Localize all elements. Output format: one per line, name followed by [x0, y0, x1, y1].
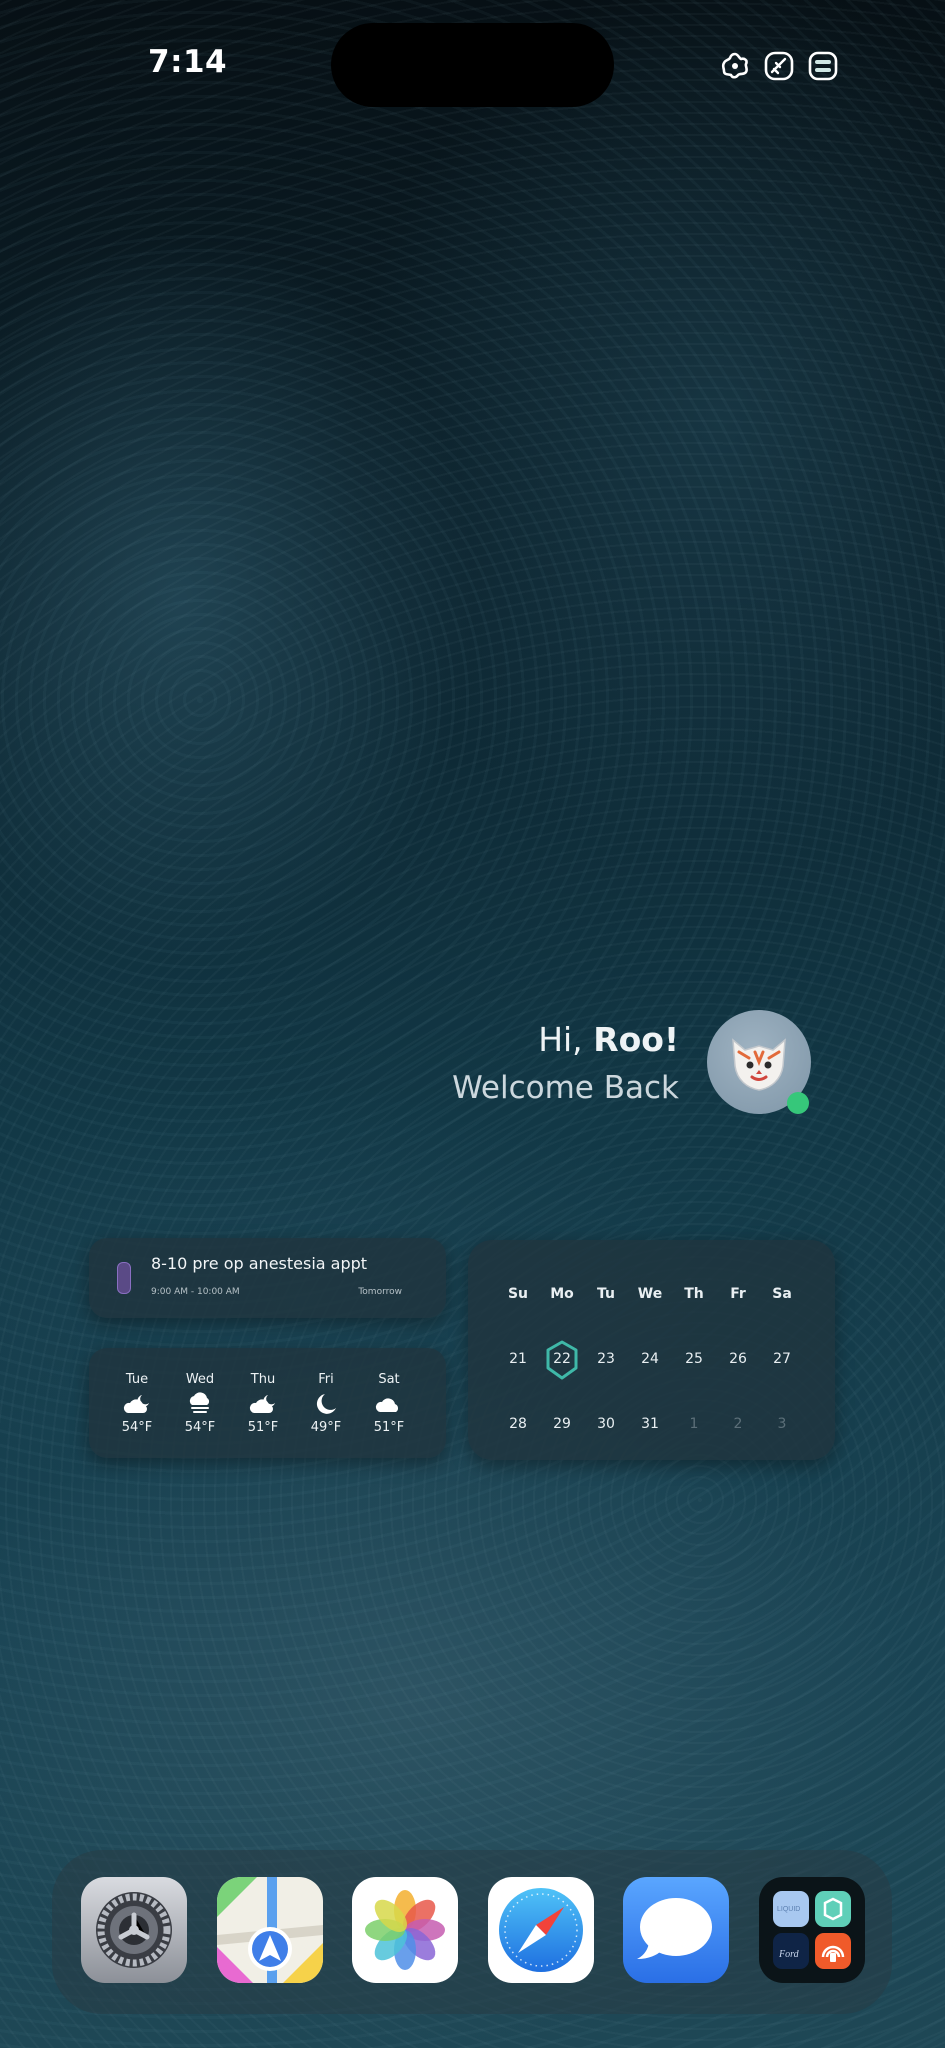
leaf-status-icon: [763, 50, 795, 82]
weather-day: Sat 51°F: [361, 1372, 417, 1435]
event-day: Tomorrow: [358, 1287, 402, 1297]
weather-widget[interactable]: Tue 54°F Wed 54°F Thu 51°F Fri 49°F Sat: [89, 1348, 446, 1458]
online-status-dot: [787, 1092, 809, 1114]
weather-day-name: Fri: [318, 1372, 334, 1387]
weather-temp: 51°F: [373, 1420, 405, 1435]
messages-app-icon[interactable]: [623, 1877, 729, 1983]
weather-day: Tue 54°F: [109, 1372, 165, 1435]
calendar-day-next-month[interactable]: 2: [718, 1416, 758, 1432]
calendar-day[interactable]: 29: [542, 1416, 582, 1432]
user-name: Roo!: [593, 1020, 679, 1059]
dynamic-island: [331, 23, 614, 107]
cloud-icon: [375, 1398, 399, 1412]
calendar-day[interactable]: 25: [674, 1351, 714, 1367]
calendar-day[interactable]: 28: [498, 1416, 538, 1432]
weather-temp: 54°F: [121, 1420, 153, 1435]
folder-app-label: LIQUID: [777, 1906, 801, 1913]
moon-icon: [316, 1394, 336, 1414]
status-time: 7:14: [148, 44, 228, 80]
photos-app-icon[interactable]: [352, 1877, 458, 1983]
event-title: 8-10 pre op anestesia appt: [151, 1254, 368, 1273]
weekday-label: Fr: [730, 1286, 746, 1302]
greeting-hi: Hi,: [538, 1020, 583, 1059]
flower-status-icon: [719, 50, 751, 82]
battery-status-icon: [807, 50, 839, 82]
calendar-day[interactable]: 23: [586, 1351, 626, 1367]
calendar-day-next-month[interactable]: 1: [674, 1416, 714, 1432]
calendar-day-today[interactable]: 22: [542, 1340, 582, 1380]
safari-app-icon[interactable]: [488, 1877, 594, 1983]
partly-cloudy-night-icon: [123, 1395, 149, 1413]
weather-day: Thu 51°F: [235, 1372, 291, 1435]
ford-app-label: Ford: [779, 1949, 799, 1960]
status-icons: [719, 50, 839, 82]
app-folder-icon[interactable]: LIQUID Ford: [759, 1877, 865, 1983]
weather-temp: 51°F: [247, 1420, 279, 1435]
weekday-label: Tu: [597, 1286, 615, 1302]
settings-app-icon[interactable]: [81, 1877, 187, 1983]
weekday-label: We: [637, 1286, 663, 1302]
calendar-day[interactable]: 26: [718, 1351, 758, 1367]
weather-day: Wed 54°F: [172, 1372, 228, 1435]
calendar-day[interactable]: 21: [498, 1351, 538, 1367]
calendar-event-widget[interactable]: 8-10 pre op anestesia appt 9:00 AM - 10:…: [89, 1238, 446, 1318]
greeting: Hi, Roo! Welcome Back: [452, 1018, 679, 1110]
calendar-day[interactable]: 27: [762, 1351, 802, 1367]
calendar-day[interactable]: 24: [630, 1351, 670, 1367]
weather-day-name: Sat: [378, 1372, 400, 1387]
weekday-label: Mo: [550, 1286, 574, 1302]
weather-day-name: Tue: [125, 1372, 149, 1387]
greeting-line: Hi, Roo!: [452, 1018, 679, 1062]
today-number: 22: [553, 1351, 571, 1367]
month-calendar-widget[interactable]: Su Mo Tu We Th Fr Sa 21 22 23 24 25 26 2…: [468, 1240, 835, 1460]
partly-cloudy-night-icon: [249, 1395, 275, 1413]
calendar-day[interactable]: 31: [630, 1416, 670, 1432]
welcome-text: Welcome Back: [452, 1070, 679, 1106]
fog-icon: [189, 1392, 210, 1413]
tiger-mask-icon: [732, 1038, 786, 1091]
weekday-label: Sa: [772, 1286, 792, 1302]
calendar-day[interactable]: 30: [586, 1416, 626, 1432]
weather-temp: 54°F: [184, 1420, 216, 1435]
weekday-label: Su: [507, 1286, 529, 1302]
weather-day: Fri 49°F: [298, 1372, 354, 1435]
calendar-day-next-month[interactable]: 3: [762, 1416, 802, 1432]
event-color-bar: [117, 1262, 131, 1294]
weekday-label: Th: [684, 1286, 704, 1302]
event-time: 9:00 AM - 10:00 AM: [151, 1287, 240, 1297]
maps-app-icon[interactable]: [217, 1877, 323, 1983]
weather-day-name: Wed: [185, 1372, 215, 1387]
weather-day-name: Thu: [250, 1372, 276, 1387]
weather-temp: 49°F: [310, 1420, 342, 1435]
